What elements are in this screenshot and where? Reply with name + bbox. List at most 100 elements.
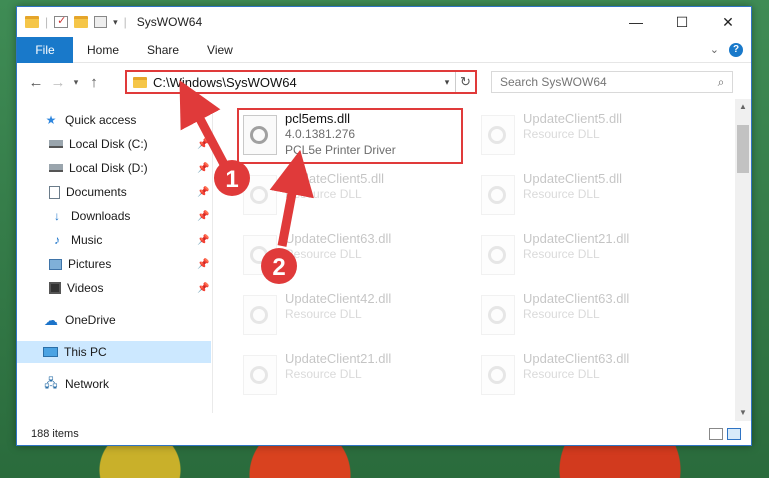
file-name: UpdateClient63.dll: [523, 351, 630, 366]
scroll-up-icon[interactable]: ▲: [735, 99, 751, 115]
sidebar-item-onedrive[interactable]: ☁ OneDrive: [17, 309, 211, 331]
dll-file-icon: [243, 175, 277, 215]
sidebar-item-label: Network: [65, 377, 110, 391]
file-description: Resource DLL: [285, 307, 362, 321]
sidebar-item-label: Documents: [66, 185, 127, 199]
maximize-button[interactable]: ☐: [659, 7, 705, 37]
tab-file[interactable]: File: [17, 36, 73, 63]
forward-arrow-icon[interactable]: →: [47, 74, 69, 91]
sidebar-item-label: Quick access: [65, 113, 137, 127]
sidebar-item-label: Local Disk (C:): [69, 137, 148, 151]
pin-icon[interactable]: 📌: [197, 187, 209, 198]
new-folder-icon[interactable]: [74, 16, 89, 28]
highlight-box: [237, 108, 463, 164]
up-arrow-icon[interactable]: ↑: [83, 74, 105, 91]
sidebar-item-label: Pictures: [68, 257, 112, 271]
downloads-icon: ↓: [54, 209, 60, 223]
sidebar-item-documents[interactable]: Documents 📌: [17, 181, 211, 203]
pin-icon[interactable]: 📌: [197, 259, 209, 270]
file-explorer-window: | ▾ | SysWOW64 — ☐ ✕ File Home Share Vie…: [16, 6, 752, 446]
file-tile[interactable]: UpdateClient5.dll Resource DLL: [477, 169, 707, 223]
minimize-button[interactable]: —: [613, 7, 659, 37]
tab-view[interactable]: View: [193, 43, 247, 57]
close-button[interactable]: ✕: [705, 7, 751, 37]
dll-file-icon: [243, 235, 277, 275]
file-tile[interactable]: UpdateClient42.dll Resource DLL: [239, 289, 469, 343]
network-icon: 🖧: [44, 375, 58, 390]
pin-icon[interactable]: 📌: [197, 163, 209, 174]
pin-icon[interactable]: 📌: [197, 139, 209, 150]
back-arrow-icon[interactable]: ←: [25, 74, 47, 91]
sidebar-item-this-pc[interactable]: This PC: [17, 341, 211, 363]
chevron-down-icon[interactable]: ▾: [113, 17, 118, 28]
sidebar-item-local-disk-c[interactable]: Local Disk (C:) 📌: [17, 133, 211, 155]
dll-file-icon: [481, 235, 515, 275]
cloud-icon: ☁: [44, 311, 58, 328]
help-icon[interactable]: ?: [729, 42, 743, 57]
details-view-icon[interactable]: [709, 428, 723, 440]
sidebar-item-label: Downloads: [71, 209, 131, 223]
file-name: UpdateClient42.dll: [285, 291, 392, 306]
file-description: Resource DLL: [285, 247, 362, 261]
pin-icon[interactable]: 📌: [197, 211, 209, 222]
drive-icon: [49, 140, 63, 148]
file-tile[interactable]: UpdateClient63.dll Resource DLL: [477, 349, 707, 403]
sidebar-item-label: Music: [71, 233, 103, 247]
sidebar-item-network[interactable]: 🖧 Network: [17, 373, 211, 395]
toolbar-divider: |: [123, 15, 127, 29]
tab-share[interactable]: Share: [133, 43, 193, 57]
quick-access-toolbar: | ▾ |: [17, 14, 127, 29]
file-description: Resource DLL: [285, 367, 362, 381]
pin-icon[interactable]: 📌: [197, 235, 209, 246]
large-icons-view-icon[interactable]: [727, 428, 741, 440]
dll-file-icon: [481, 175, 515, 215]
file-tile[interactable]: UpdateClient63.dll Resource DLL: [477, 289, 707, 343]
sidebar-item-music[interactable]: ♪ Music 📌: [17, 229, 211, 251]
search-box[interactable]: ⌕: [491, 71, 733, 93]
pictures-icon: [49, 258, 62, 270]
refresh-icon[interactable]: ↻: [455, 72, 475, 92]
sidebar-item-label: Local Disk (D:): [69, 161, 148, 175]
file-tile[interactable]: UpdateClient21.dll Resource DLL: [477, 229, 707, 283]
customize-icon[interactable]: [94, 16, 108, 28]
file-list: pcl5ems.dll 4.0.1381.276 PCL5e Printer D…: [215, 107, 735, 413]
sidebar-item-pictures[interactable]: Pictures 📌: [17, 253, 211, 275]
file-name: UpdateClient5.dll: [523, 171, 623, 186]
sidebar-item-downloads[interactable]: ↓ Downloads 📌: [17, 205, 211, 227]
file-description: Resource DLL: [523, 247, 600, 261]
file-tile[interactable]: UpdateClient63.dll Resource DLL: [239, 229, 469, 283]
scroll-thumb[interactable]: [737, 125, 749, 173]
recent-locations-icon[interactable]: ▾: [69, 77, 83, 88]
folder-icon: [25, 16, 39, 28]
vertical-scrollbar[interactable]: ▲ ▼: [735, 99, 751, 421]
scroll-down-icon[interactable]: ▼: [735, 405, 751, 421]
file-tile[interactable]: UpdateClient21.dll Resource DLL: [239, 349, 469, 403]
search-input[interactable]: [492, 75, 710, 89]
expand-ribbon-icon[interactable]: ⌄: [710, 43, 719, 56]
dll-file-icon: [481, 355, 515, 395]
videos-icon: [49, 282, 61, 294]
properties-icon[interactable]: [54, 14, 69, 28]
dll-file-icon: [481, 295, 515, 335]
computer-icon: [43, 347, 58, 357]
file-tile[interactable]: UpdateClient5.dll Resource DLL: [477, 109, 707, 163]
address-path[interactable]: C:\Windows\SysWOW64: [153, 75, 439, 90]
file-tile[interactable]: UpdateClient5.dll Resource DLL: [239, 169, 469, 223]
file-name: UpdateClient21.dll: [285, 351, 392, 366]
file-description: Resource DLL: [285, 187, 362, 201]
dll-file-icon: [243, 355, 277, 395]
ribbon-tabs: File Home Share View ⌄ ?: [17, 36, 751, 63]
sidebar-item-quick-access[interactable]: ★ Quick access: [17, 109, 211, 131]
tab-home[interactable]: Home: [73, 43, 133, 57]
sidebar-item-videos[interactable]: Videos 📌: [17, 277, 211, 299]
pin-icon[interactable]: 📌: [197, 283, 209, 294]
search-icon[interactable]: ⌕: [710, 75, 732, 90]
chevron-down-icon[interactable]: ▾: [439, 77, 455, 88]
address-bar[interactable]: C:\Windows\SysWOW64 ▾ ↻: [125, 70, 477, 94]
folder-icon: [133, 76, 147, 88]
dll-file-icon: [243, 295, 277, 335]
file-name: UpdateClient5.dll: [523, 111, 623, 126]
documents-icon: [49, 185, 60, 199]
file-description: Resource DLL: [523, 187, 600, 201]
sidebar-item-local-disk-d[interactable]: Local Disk (D:) 📌: [17, 157, 211, 179]
